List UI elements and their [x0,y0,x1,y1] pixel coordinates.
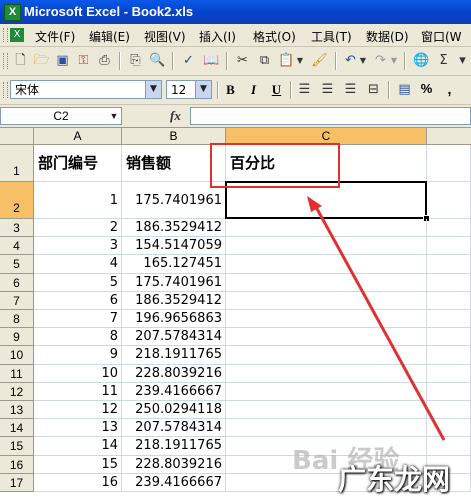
site-watermark: 广东龙网 [338,463,451,496]
annotation-arrow [307,196,446,441]
arrow-head [307,196,322,212]
arrow-line [314,206,446,441]
